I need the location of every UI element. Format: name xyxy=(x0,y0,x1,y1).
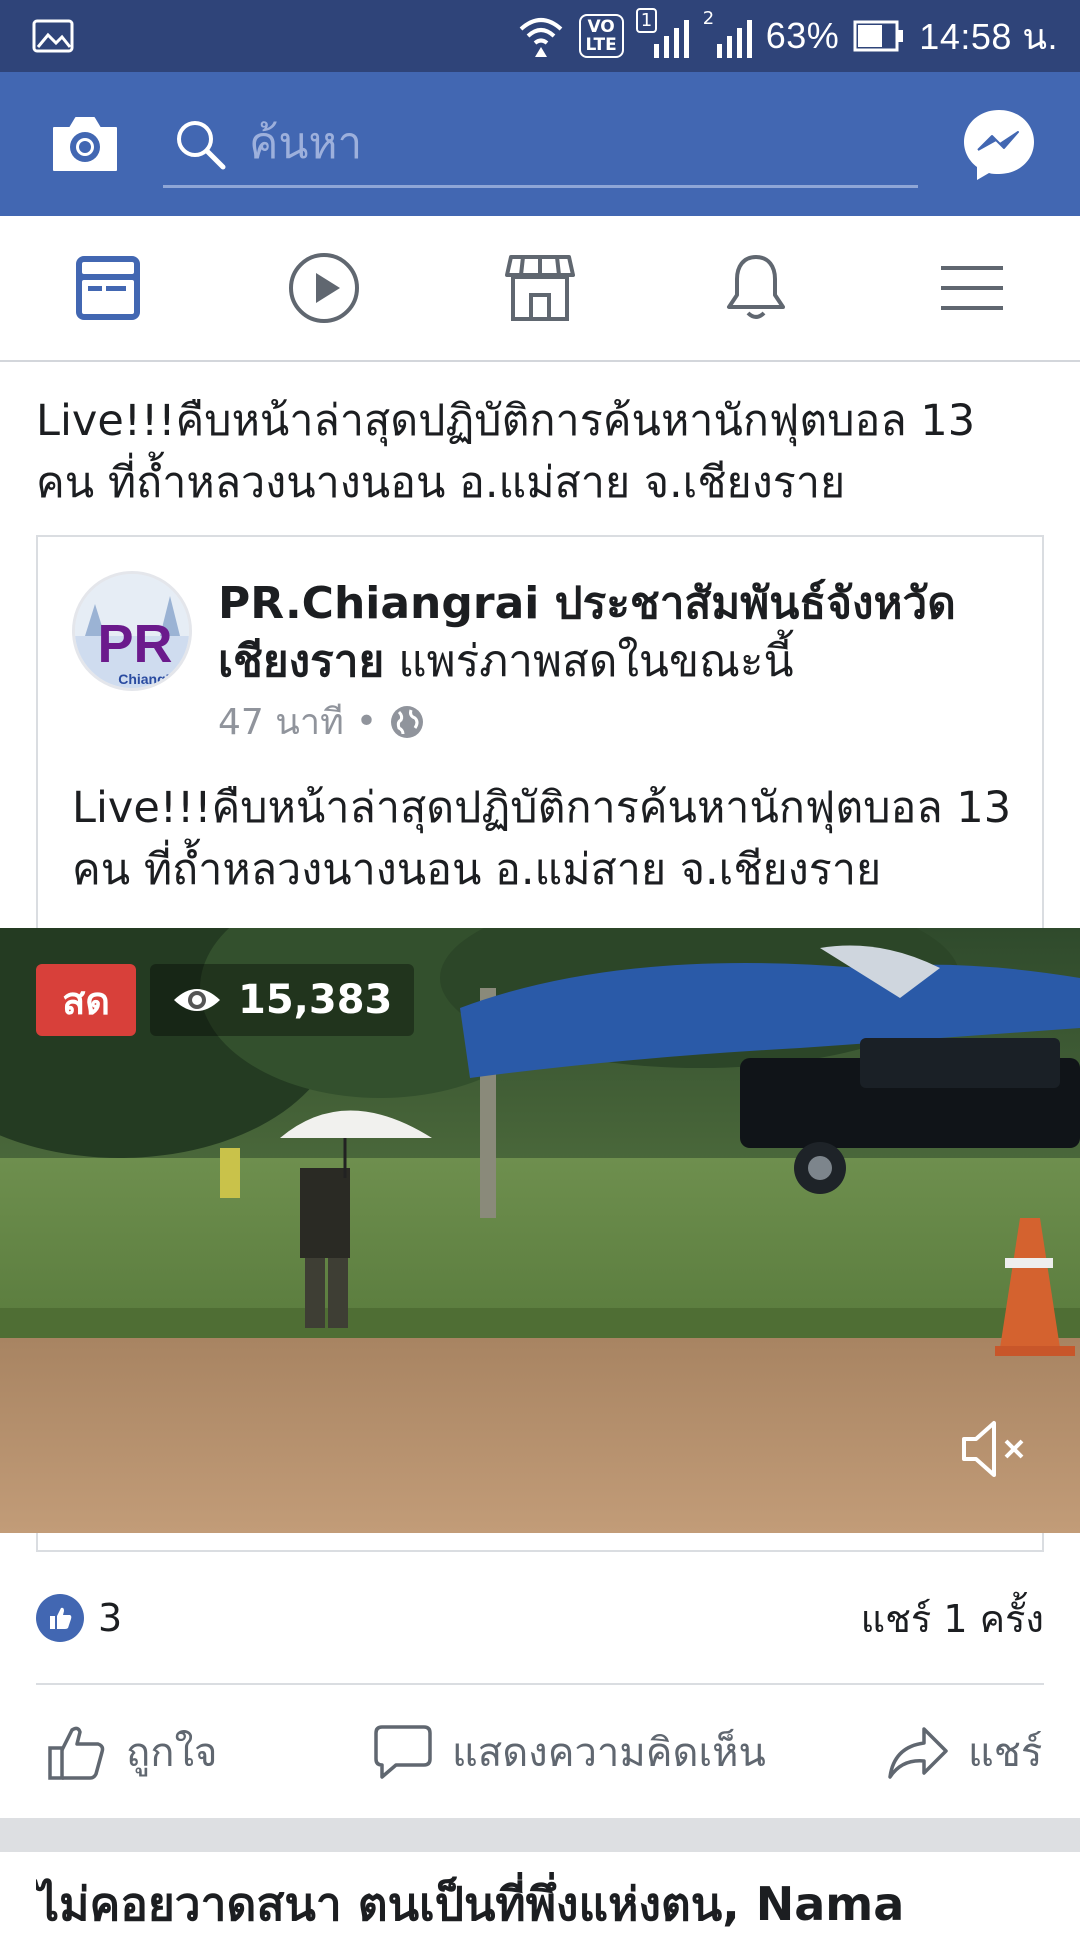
shared-post-text: Live!!!คืบหน้าล่าสุดปฏิบัติการค้นหานักฟุ… xyxy=(72,783,1012,895)
tab-marketplace[interactable] xyxy=(432,216,648,360)
feed-separator xyxy=(0,1818,1080,1852)
svg-text:ChiangR: ChiangR xyxy=(118,671,176,687)
store-icon xyxy=(505,255,575,321)
tab-notifications[interactable] xyxy=(648,216,864,360)
like-button[interactable]: ถูกใจ xyxy=(46,1720,217,1784)
sim2-signal-icon: 2 xyxy=(703,8,752,58)
share-label: แชร์ xyxy=(968,1730,1043,1776)
avatar[interactable]: PR ChiangR xyxy=(72,571,192,691)
comment-label: แสดงความคิดเห็น xyxy=(452,1730,766,1776)
like-count: 3 xyxy=(98,1596,123,1640)
svg-text:PR: PR xyxy=(97,614,172,674)
share-arrow-icon xyxy=(888,1727,948,1779)
thumbs-up-icon xyxy=(48,1726,105,1780)
search-input[interactable] xyxy=(249,118,849,169)
messenger-icon xyxy=(964,110,1034,180)
mute-button[interactable] xyxy=(960,1417,1032,1481)
post-time[interactable]: 47 นาที xyxy=(218,693,344,750)
play-icon xyxy=(289,253,359,323)
pr-logo: PR ChiangR xyxy=(75,574,189,688)
tab-menu[interactable] xyxy=(864,216,1080,360)
search-bar[interactable] xyxy=(163,102,918,188)
author-action: แพร่ภาพสดในขณะนี้ xyxy=(398,636,794,687)
tab-news-feed[interactable] xyxy=(0,216,216,360)
author-line: PR.Chiangrai ประชาสัมพันธ์จังหวัดเชียงรา… xyxy=(218,575,1018,691)
live-badge: สด xyxy=(36,964,136,1036)
sim1-label: 1 xyxy=(635,8,658,33)
wifi-icon xyxy=(519,18,562,57)
tab-watch[interactable] xyxy=(216,216,432,360)
gallery-icon xyxy=(32,19,74,53)
messenger-button[interactable] xyxy=(960,106,1038,184)
share-button[interactable]: แชร์ xyxy=(886,1720,1042,1784)
clock: 14:58 น. xyxy=(919,15,1058,57)
bell-icon xyxy=(727,255,785,319)
nav-tabs xyxy=(0,216,1080,362)
status-bar: VO LTE 1 2 63% 14:58 น. xyxy=(0,0,1080,72)
muted-speaker-icon xyxy=(962,1421,1024,1477)
news-feed-icon xyxy=(76,256,140,320)
comment-button[interactable]: แสดงความคิดเห็น xyxy=(372,1720,766,1784)
post-caption: Live!!!คืบหน้าล่าสุดปฏิบัติการค้นหานักฟุ… xyxy=(36,396,976,508)
battery-icon xyxy=(853,20,904,52)
search-icon xyxy=(177,120,226,169)
top-app-bar xyxy=(0,72,1080,216)
sim1-signal-icon: 1 xyxy=(635,8,689,58)
next-post-title[interactable]: ไม่คอยวาดสนา ตนเป็นที่พึ่งแห่งตน, Nama xyxy=(36,1868,1076,1941)
globe-icon xyxy=(391,705,424,738)
eye-icon xyxy=(174,989,220,1011)
share-count[interactable]: แชร์ 1 ครั้ง xyxy=(861,1588,1044,1649)
sim2-label: 2 xyxy=(702,8,715,29)
camera-icon xyxy=(53,117,117,171)
like-reaction-icon xyxy=(36,1594,84,1642)
viewer-count-value: 15,383 xyxy=(238,977,393,1023)
post-meta: 47 นาที • xyxy=(218,693,425,750)
camera-button[interactable] xyxy=(44,109,126,179)
like-label: ถูกใจ xyxy=(126,1730,218,1776)
post-actions: ถูกใจ แสดงความคิดเห็น แชร์ xyxy=(0,1685,1080,1819)
live-video[interactable]: สด 15,383 xyxy=(0,928,1080,1533)
meta-separator: • xyxy=(355,701,378,742)
reactions-summary[interactable]: 3 แชร์ 1 ครั้ง xyxy=(36,1590,1044,1646)
comment-icon xyxy=(374,1725,432,1779)
hamburger-icon xyxy=(941,266,1003,310)
volte-icon: VO LTE xyxy=(578,14,624,58)
battery-percent: 63% xyxy=(765,15,840,56)
viewer-count: 15,383 xyxy=(150,964,415,1036)
